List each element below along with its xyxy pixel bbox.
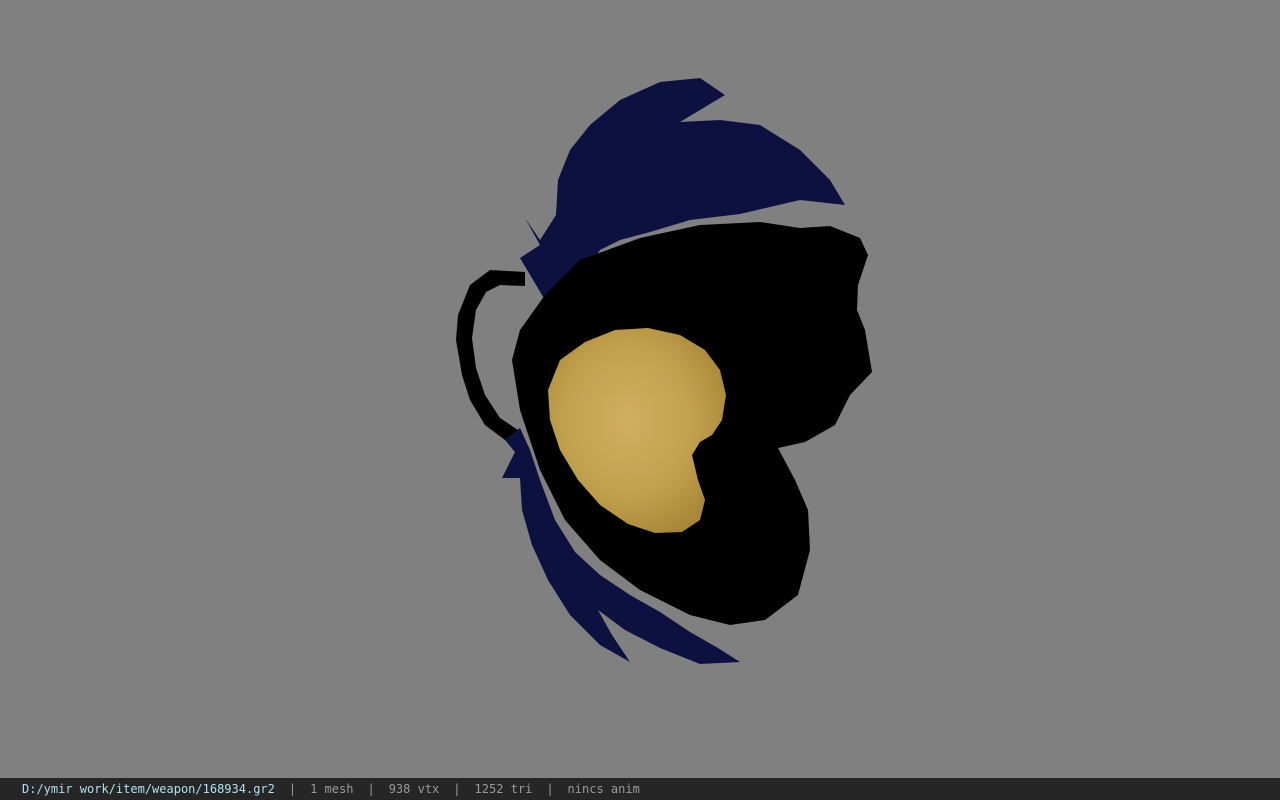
model-render [456,78,872,664]
separator: | [367,782,375,796]
file-path: D:/ymir work/item/weapon/168934.gr2 [22,782,275,796]
separator: | [546,782,554,796]
status-bar: D:/ymir work/item/weapon/168934.gr2 | 1 me… [0,778,1280,800]
triangle-count: 1252 tri [474,782,533,796]
vertex-count: 938 vtx [388,782,440,796]
mesh-count: 1 mesh [310,782,354,796]
separator: | [453,782,461,796]
3d-viewport[interactable] [0,0,1280,778]
animation-status: nincs anim [567,782,640,796]
separator: | [288,782,297,796]
